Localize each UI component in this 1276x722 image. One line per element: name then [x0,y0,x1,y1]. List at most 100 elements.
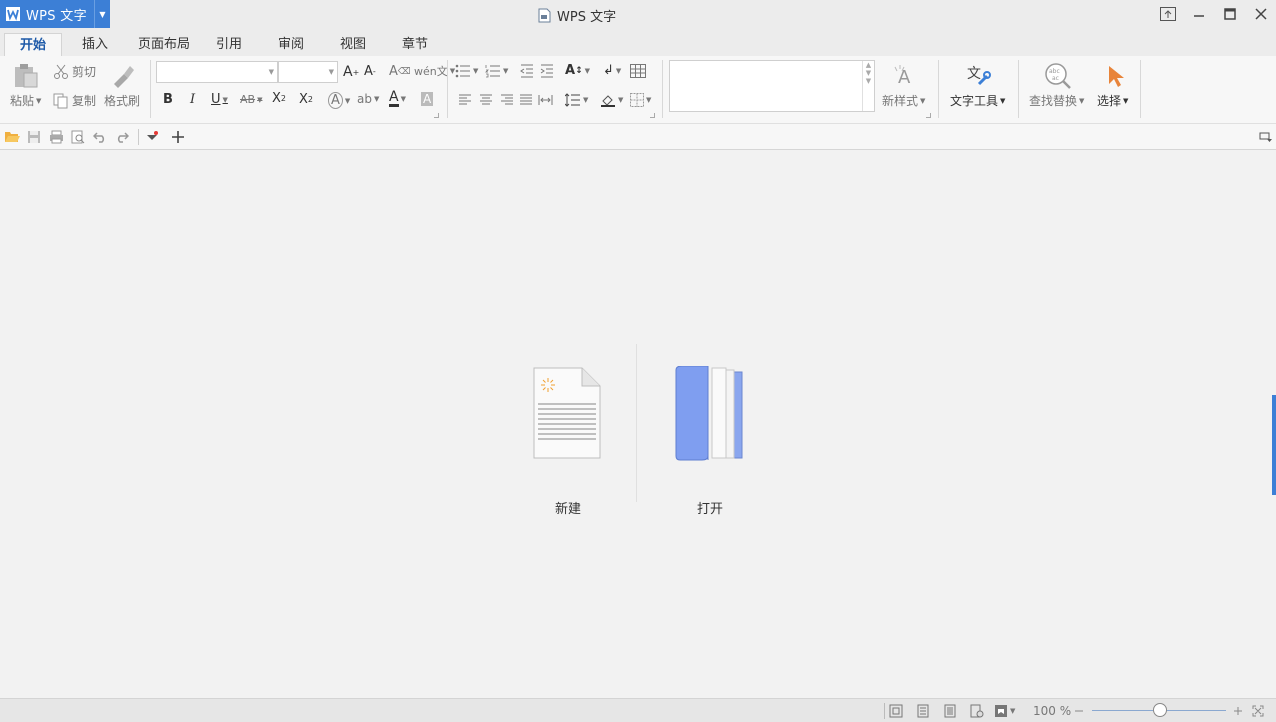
open-document-label: 打开 [696,502,723,517]
tab-view[interactable]: 视图 [330,33,376,56]
zoom-in-icon[interactable] [1233,703,1243,719]
format-painter-icon-button[interactable] [110,62,136,88]
clear-format-icon[interactable]: A ⌫ [389,64,411,79]
ribbon-tabs: 开始 插入 页面布局 引用 审阅 视图 章节 [0,30,1276,56]
print-preview-icon[interactable] [70,129,86,145]
tab-home[interactable]: 开始 [4,33,62,56]
phonetic-guide-icon[interactable]: wén文 ▼ [414,63,455,79]
page-view-icon[interactable] [917,703,929,719]
font-name-combo[interactable]: ▼ [156,61,278,83]
zoom-out-icon[interactable] [1074,703,1084,719]
text-tools-button[interactable]: 文字工具 ▼ [950,92,1005,109]
quickbar-separator [138,129,139,145]
open-folder-icon[interactable] [4,129,20,145]
decrease-indent-icon[interactable] [520,64,534,78]
select-button[interactable]: 选择 ▼ [1097,92,1128,109]
line-spacing-icon[interactable]: ▼ [565,93,588,107]
borders-icon[interactable]: ▼ [630,93,651,107]
redo-icon[interactable] [114,129,130,145]
new-document-icon [533,367,601,459]
save-icon[interactable] [26,129,42,145]
tab-chapter[interactable]: 章节 [392,33,438,56]
grow-font-icon[interactable]: A + [343,64,359,80]
find-replace-button[interactable]: 查找替换 ▼ [1029,92,1084,109]
underline-icon[interactable]: U ▼ [211,92,228,107]
new-style-icon: A [894,65,911,87]
font-dialog-launcher-icon[interactable] [434,113,439,118]
outline-view-icon[interactable] [944,703,956,719]
find-replace-icon-button[interactable]: abc ac [1044,62,1072,90]
customize-quickbar-icon[interactable] [144,129,160,145]
text-tools-icon-button[interactable]: 文 [965,62,991,88]
shrink-font-icon[interactable]: A- [364,64,376,79]
align-center-icon[interactable] [479,94,493,106]
cursor-arrow-icon [1109,66,1124,87]
add-tab-icon[interactable] [170,129,186,145]
style-gallery[interactable]: ▲ ▼ ▼ [669,60,875,112]
strikethrough-icon[interactable]: AB ▼ [240,93,262,106]
superscript-icon[interactable]: X2 [272,91,286,106]
close-button[interactable] [1245,0,1276,28]
sort-icon[interactable]: ↲ ▼ [603,63,621,78]
align-left-icon[interactable] [458,94,472,106]
tab-insert[interactable]: 插入 [72,33,118,56]
tab-page-layout[interactable]: 页面布局 [128,33,200,56]
new-style-button[interactable]: 新样式 ▼ [882,92,925,109]
font-size-combo[interactable]: ▼ [278,61,338,83]
new-document-button[interactable]: 新建 [530,366,606,517]
font-color-icon[interactable]: A ▼ [389,90,406,107]
justify-icon[interactable] [519,94,533,106]
start-page [0,150,1276,698]
paragraph-dialog-launcher-icon[interactable] [650,113,655,118]
cut-button[interactable]: 剪切 [53,63,96,80]
app-menu-dropdown-icon[interactable]: ▼ [94,0,110,28]
svg-text:abc: abc [1049,68,1060,75]
distribute-icon[interactable] [538,94,553,106]
paste-button[interactable] [12,62,40,88]
style-gallery-scroll[interactable]: ▲ ▼ ▼ [862,61,874,111]
app-menu-name: WPS 文字 [26,8,87,24]
numbering-icon[interactable]: ▼ [485,64,508,78]
open-folder-large-icon [675,366,743,461]
bold-icon[interactable]: B [163,92,173,107]
copy-button[interactable]: 复制 [53,92,96,109]
maximize-button[interactable] [1214,0,1245,28]
upload-icon[interactable] [1152,0,1183,28]
text-tools-icon: 文 [967,66,991,86]
select-icon-button[interactable] [1106,64,1126,88]
ribbon-options-icon[interactable] [1258,129,1274,145]
align-right-icon[interactable] [500,94,514,106]
new-document-label: 新建 [554,502,581,517]
open-document-button[interactable]: 打开 [672,366,748,517]
shading-fill-icon[interactable]: ▼ [600,93,623,107]
italic-icon[interactable]: I [190,92,195,107]
zoom-level[interactable]: 100 % [1033,703,1071,719]
full-screen-icon[interactable] [889,703,903,719]
reading-mode-icon[interactable]: ▼ [994,703,1015,719]
format-painter-button[interactable]: 格式刷 [104,92,140,109]
zoom-slider-knob[interactable] [1153,703,1167,717]
web-view-icon[interactable] [970,703,984,719]
minimize-button[interactable] [1183,0,1214,28]
char-shading-icon[interactable]: A [421,92,434,106]
text-direction-icon[interactable]: A ↕ ▼ [565,63,590,78]
wps-app-menu[interactable]: WPS 文字 ▼ [0,0,110,28]
paste-icon [15,64,38,88]
tab-review[interactable]: 审阅 [268,33,314,56]
subscript-icon[interactable]: X2 [299,92,313,107]
tab-references[interactable]: 引用 [206,33,252,56]
print-icon[interactable] [48,129,64,145]
highlight-icon[interactable]: ab ▼ [357,92,379,106]
increase-indent-icon[interactable] [540,64,554,78]
bullets-icon[interactable]: ▼ [455,64,478,78]
paste-label-button[interactable]: 粘贴 ▼ [10,92,41,109]
table-icon[interactable] [630,64,646,78]
new-style-icon-button[interactable]: A [892,63,918,87]
undo-icon[interactable] [92,129,108,145]
fit-page-icon[interactable] [1252,703,1264,719]
styles-dialog-launcher-icon[interactable] [926,113,931,118]
text-effect-icon[interactable]: A ▼ [328,92,350,109]
window-title-text: WPS 文字 [557,10,617,25]
new-style-label: 新样式 [882,94,919,108]
side-panel-handle[interactable] [1272,395,1276,495]
